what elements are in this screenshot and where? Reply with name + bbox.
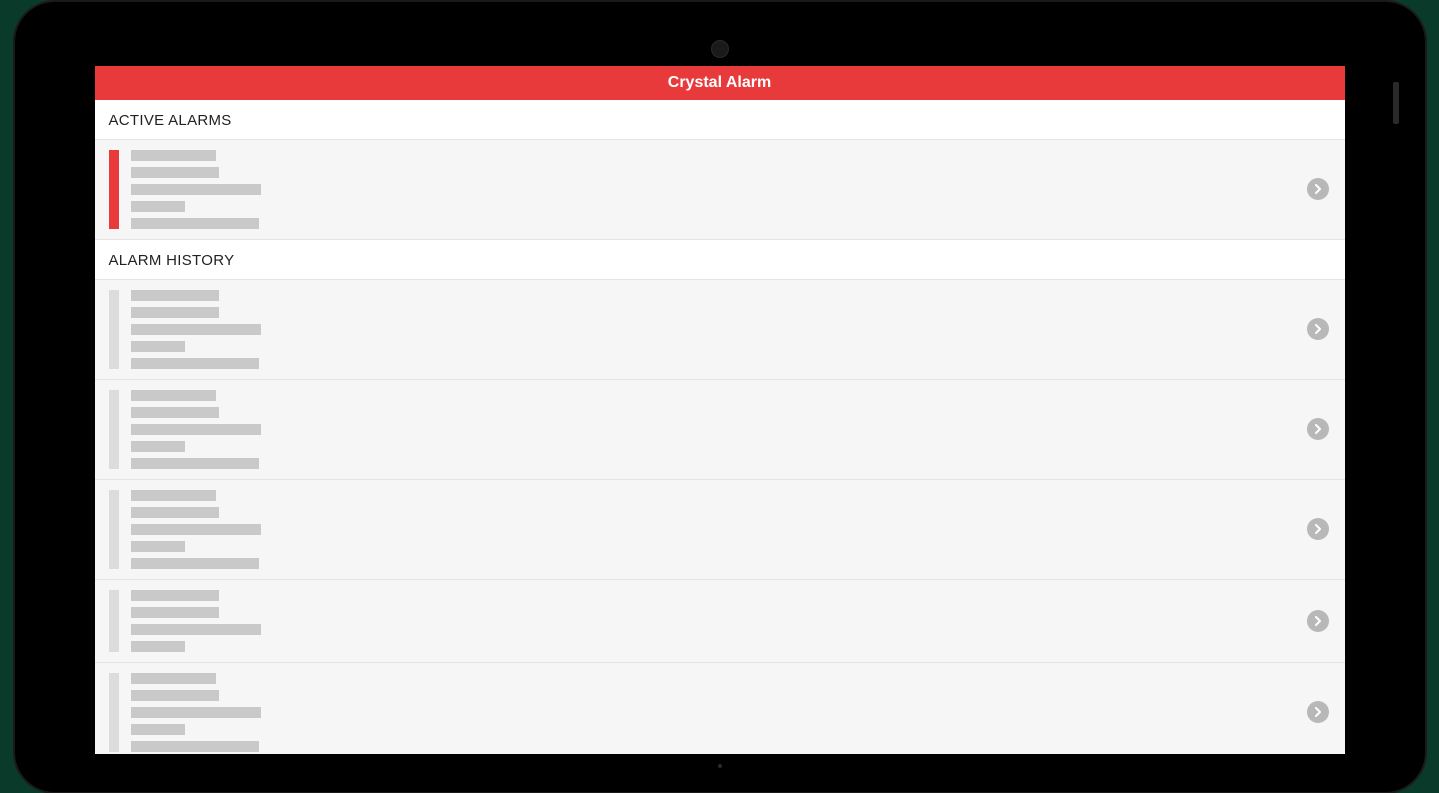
alarm-list: ALARM HISTORY (95, 140, 1345, 754)
chevron-right-icon[interactable] (1307, 178, 1329, 200)
chevron-right-icon[interactable] (1307, 418, 1329, 440)
history-alarm-row[interactable] (95, 480, 1345, 580)
alarm-status-indicator-history (109, 590, 119, 652)
tablet-device-frame: Crystal Alarm ACTIVE ALARMS (15, 2, 1425, 792)
alarm-details-placeholder (131, 673, 1295, 752)
chevron-right-icon[interactable] (1307, 318, 1329, 340)
alarm-status-indicator-history (109, 290, 119, 369)
alarm-details-placeholder (131, 390, 1295, 469)
section-label: ALARM HISTORY (109, 252, 235, 269)
history-alarm-row[interactable] (95, 580, 1345, 663)
tablet-camera (711, 40, 729, 58)
alarm-status-indicator-history (109, 390, 119, 469)
alarm-details-placeholder (131, 150, 1295, 229)
alarm-status-indicator-history (109, 673, 119, 752)
active-alarm-row[interactable] (95, 140, 1345, 240)
alarm-details-placeholder (131, 490, 1295, 569)
alarm-status-indicator-active (109, 150, 119, 229)
history-alarm-row[interactable] (95, 380, 1345, 480)
history-alarm-row[interactable] (95, 663, 1345, 754)
history-alarm-row[interactable] (95, 280, 1345, 380)
alarm-details-placeholder (131, 290, 1295, 369)
alarm-status-indicator-history (109, 490, 119, 569)
app-title-bar: Crystal Alarm (95, 66, 1345, 100)
section-header-active: ACTIVE ALARMS (95, 100, 1345, 140)
tablet-home-indicator (718, 764, 722, 768)
section-header-history: ALARM HISTORY (95, 240, 1345, 280)
tablet-power-button (1393, 82, 1399, 124)
chevron-right-icon[interactable] (1307, 610, 1329, 632)
alarm-details-placeholder (131, 590, 1295, 652)
app-screen: Crystal Alarm ACTIVE ALARMS (95, 66, 1345, 754)
section-label: ACTIVE ALARMS (109, 112, 232, 129)
chevron-right-icon[interactable] (1307, 518, 1329, 540)
tablet-bezel: Crystal Alarm ACTIVE ALARMS (33, 20, 1407, 774)
app-title: Crystal Alarm (668, 74, 771, 91)
chevron-right-icon[interactable] (1307, 701, 1329, 723)
